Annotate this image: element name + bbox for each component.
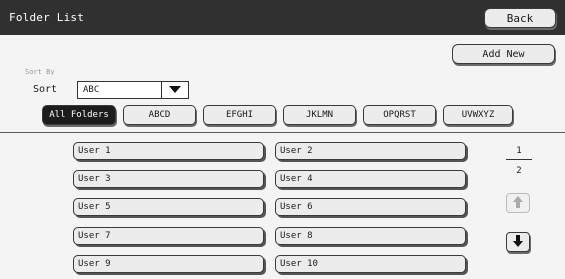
dropdown-arrow-icon[interactable]	[161, 82, 188, 98]
up-arrow-icon	[513, 195, 523, 211]
folder-button-user-6[interactable]: User 6	[275, 198, 466, 216]
tab-efghi[interactable]: EFGHI	[203, 105, 276, 125]
folder-button-user-1[interactable]: User 1	[73, 142, 264, 160]
folder-button-user-2[interactable]: User 2	[275, 142, 466, 160]
page-current: 1	[516, 146, 522, 156]
page-title: Folder List	[9, 11, 85, 24]
sort-dropdown[interactable]: ABC	[77, 81, 189, 99]
sort-label: Sort	[33, 84, 58, 95]
folder-button-user-4[interactable]: User 4	[275, 170, 466, 188]
page-up-button[interactable]	[506, 193, 530, 213]
folder-button-user-7[interactable]: User 7	[73, 227, 264, 245]
back-button[interactable]: Back	[484, 8, 556, 28]
tab-uvwxyz[interactable]: UVWXYZ	[443, 105, 513, 125]
folder-button-user-3[interactable]: User 3	[73, 170, 264, 188]
page-divider	[506, 159, 532, 160]
title-bar: Folder List Back	[0, 0, 565, 35]
sort-caption: Sort By Name	[25, 69, 55, 75]
tab-abcd[interactable]: ABCD	[123, 105, 196, 125]
tab-all-folders[interactable]: All Folders	[42, 105, 116, 125]
down-arrow-icon	[513, 234, 523, 250]
add-new-button[interactable]: Add New	[452, 44, 555, 64]
sort-value: ABC	[83, 85, 100, 95]
page-total: 2	[516, 166, 522, 176]
tab-jklmn[interactable]: JKLMN	[283, 105, 356, 125]
folder-button-user-9[interactable]: User 9	[73, 255, 264, 273]
tab-opqrst[interactable]: OPQRST	[363, 105, 436, 125]
page-down-button[interactable]	[506, 232, 530, 252]
section-divider	[0, 132, 565, 133]
folder-button-user-8[interactable]: User 8	[275, 227, 466, 245]
folder-button-user-10[interactable]: User 10	[275, 255, 466, 273]
folder-button-user-5[interactable]: User 5	[73, 198, 264, 216]
